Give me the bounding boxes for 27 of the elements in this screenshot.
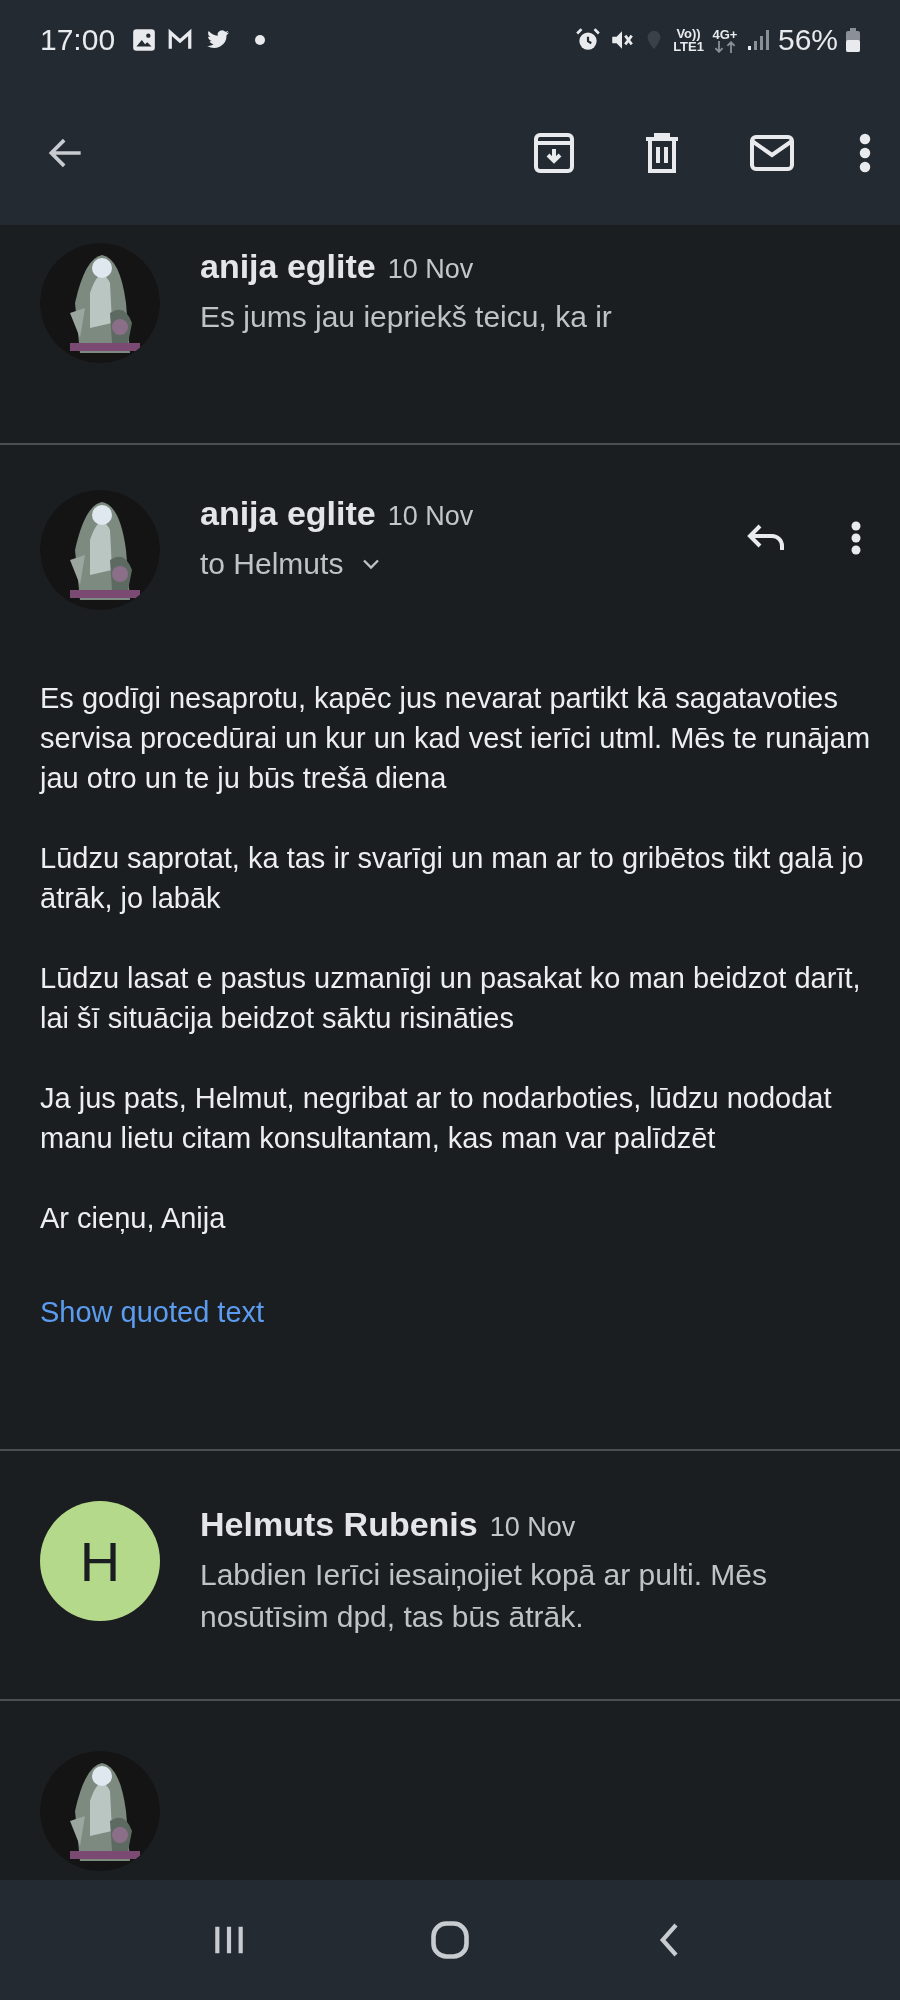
image-icon — [131, 27, 158, 53]
message-paragraph: Ja jus pats, Helmut, negribat ar to nodarboties, lūdzu nododat manu lietu citam konsultantam, kas man var palīdzēt — [40, 1081, 833, 1156]
message-preview: Labdien Ierīci iesaiņojiet kopā ar pulti. Mēs nosūtīsim dpd, tas būs ātrāk. — [200, 1557, 768, 1635]
show-quoted-text-link[interactable]: Show quoted text — [40, 1296, 265, 1329]
message-date: 10 Nov — [489, 1512, 576, 1543]
message-paragraph: Ar cieņu, Anija — [40, 1201, 227, 1236]
message-paragraph: Lūdzu lasat e pastus uzmanīgi un pasakat ko man beidzot darīt, lai šī situācija beidzot sāktu risināties — [40, 961, 862, 1036]
message-date: 10 Nov — [387, 254, 474, 285]
clock-time: 17:00 — [40, 23, 116, 57]
message-paragraph: Es godīgi nesaprotu, kapēc jus nevarat partikt kā sagatavoties servisa procedūrai un kur un kad vest ierīci utml. Mēs te runājam jau otro un te ju būs trešā diena — [40, 681, 872, 796]
notification-dot-icon — [255, 35, 266, 45]
sender-name: Helmuts Rubenis — [200, 1505, 478, 1544]
message-date: 10 Nov — [387, 501, 474, 532]
signal-icon — [745, 27, 770, 53]
message-preview: Es jums jau iepriekš teicu, ka ir — [200, 299, 613, 335]
sender-name: anija eglite — [200, 494, 376, 533]
battery-icon — [846, 27, 860, 53]
home-icon[interactable] — [428, 1918, 472, 1962]
volte-label: Vo)) — [676, 27, 701, 40]
message-paragraph: Lūdzu saprotat, ka tas ir svarīgi un man ar to gribētos tikt galā jo ātrāk, jo labāk — [40, 841, 865, 916]
recipients-dropdown[interactable]: to Helmuts — [200, 547, 386, 581]
battery-percent: 56% — [777, 23, 838, 57]
lte-label: LTE1 — [673, 40, 704, 53]
sender-name: anija eglite — [200, 247, 376, 286]
network-label: 4G+ — [712, 27, 738, 41]
avatar: H — [40, 1501, 160, 1621]
alarm-icon — [575, 27, 602, 53]
